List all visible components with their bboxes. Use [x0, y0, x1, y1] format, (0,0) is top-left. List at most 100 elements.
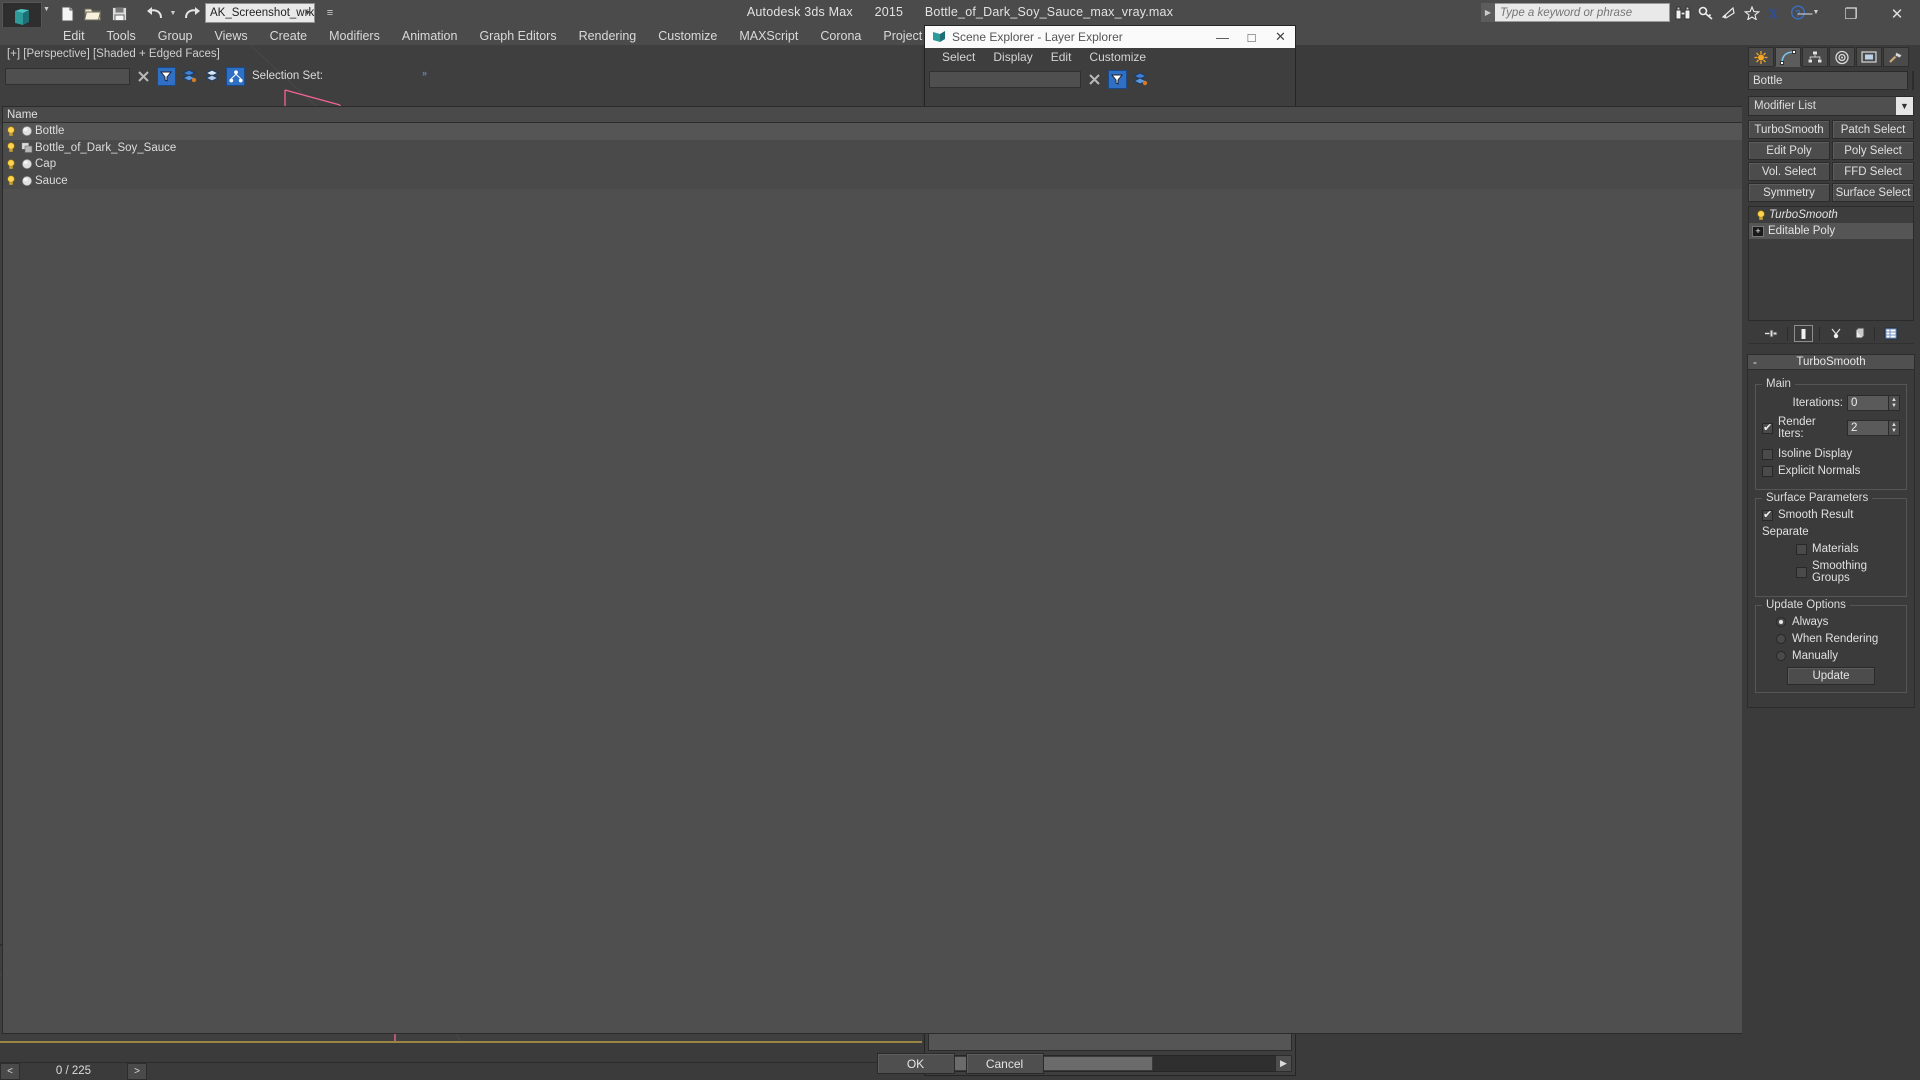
- tab-display[interactable]: [1856, 47, 1882, 67]
- update-button[interactable]: Update: [1787, 667, 1875, 685]
- light-bulb-icon[interactable]: [3, 125, 18, 137]
- chevron-down-icon[interactable]: ▼: [304, 10, 311, 17]
- menu-item-views[interactable]: Views: [203, 27, 258, 45]
- turbosmooth-rollup-header[interactable]: - TurboSmooth: [1747, 354, 1915, 370]
- always-radio[interactable]: [1776, 617, 1786, 627]
- tab-modify[interactable]: [1775, 47, 1801, 67]
- iterations-spinner[interactable]: ▲▼: [1847, 395, 1900, 411]
- render-iters-checkbox[interactable]: [1762, 421, 1773, 434]
- select-from-scene-list[interactable]: Name ▲ Faces Bottle 1548 Bottle_of_Dark_…: [2, 106, 1918, 1034]
- smooth-result-checkbox[interactable]: [1762, 508, 1773, 521]
- close-button[interactable]: ✕: [1874, 0, 1920, 27]
- menu-item-corona[interactable]: Corona: [809, 27, 872, 45]
- tab-motion[interactable]: [1829, 47, 1855, 67]
- se-menu-select[interactable]: Select: [933, 48, 984, 67]
- render-iters-input[interactable]: [1847, 420, 1889, 436]
- search-expand-icon[interactable]: ▶: [1481, 3, 1495, 22]
- rollup-collapse-icon[interactable]: -: [1753, 355, 1757, 369]
- spinner-arrows-icon[interactable]: ▲ ▼: [1889, 420, 1900, 436]
- chevron-down-icon[interactable]: ▼: [1896, 97, 1913, 115]
- redo-button[interactable]: [180, 3, 204, 24]
- quick-access-overflow-icon[interactable]: ≡: [320, 3, 340, 23]
- object-name-field[interactable]: [1748, 71, 1908, 90]
- modifier-button-patch-select[interactable]: Patch Select: [1832, 120, 1914, 139]
- layer-list-icon[interactable]: [203, 67, 222, 86]
- app-menu-dropdown-icon[interactable]: ▼: [43, 6, 50, 13]
- key-icon[interactable]: [1695, 2, 1717, 23]
- tab-utilities[interactable]: [1883, 47, 1909, 67]
- expand-plus-icon[interactable]: +: [1752, 225, 1764, 237]
- save-file-button[interactable]: [107, 3, 131, 24]
- undo-dropdown-icon[interactable]: ▼: [168, 3, 178, 24]
- light-bulb-icon[interactable]: [3, 158, 18, 170]
- menu-item-create[interactable]: Create: [259, 27, 319, 45]
- select-from-scene-dialog[interactable]: Select From Scene x SelectDisplayCustomi…: [0, 0, 1918, 1074]
- modifier-list-dropdown[interactable]: Modifier List ▼: [1748, 96, 1914, 116]
- search-row-overflow-icon[interactable]: »: [422, 68, 427, 78]
- new-file-button[interactable]: [55, 3, 79, 24]
- column-header-name[interactable]: Name ▲: [3, 107, 1855, 122]
- tab-create[interactable]: [1748, 47, 1774, 67]
- modifier-button-surface-select[interactable]: Surface Select: [1832, 183, 1914, 202]
- select-from-scene-search-input[interactable]: [5, 67, 130, 85]
- menu-item-group[interactable]: Group: [147, 27, 204, 45]
- se-menu-edit[interactable]: Edit: [1042, 48, 1081, 67]
- object-color-swatch[interactable]: [1912, 71, 1914, 90]
- scene-explorer-search-input[interactable]: [929, 70, 1081, 88]
- layers-toggle-icon[interactable]: [180, 67, 199, 86]
- se-menu-display[interactable]: Display: [984, 48, 1041, 67]
- binoculars-icon[interactable]: [1672, 2, 1694, 23]
- when-rendering-radio[interactable]: [1776, 634, 1786, 644]
- light-bulb-icon[interactable]: [3, 142, 18, 153]
- isoline-display-checkbox[interactable]: [1762, 448, 1773, 460]
- search-input[interactable]: [1495, 3, 1670, 22]
- command-panel[interactable]: Modifier List ▼ TurboSmoothPatch SelectE…: [1742, 45, 1920, 1080]
- undo-button[interactable]: [142, 3, 166, 24]
- menu-item-edit[interactable]: Edit: [52, 27, 96, 45]
- smoothing-groups-checkbox[interactable]: [1796, 566, 1807, 578]
- workspace-selector[interactable]: AK_Screenshot_wrksp ▼: [205, 3, 315, 23]
- layers-toggle-icon[interactable]: [1131, 70, 1150, 89]
- scene-explorer-minimize[interactable]: —: [1208, 26, 1237, 48]
- table-row[interactable]: Bottle 1548: [3, 123, 1917, 140]
- cancel-button[interactable]: Cancel: [965, 1053, 1044, 1074]
- pin-stack-icon[interactable]: [1762, 325, 1781, 342]
- menu-item-animation[interactable]: Animation: [391, 27, 469, 45]
- table-row[interactable]: Sauce 744: [3, 172, 1917, 189]
- modifier-button-turbosmooth[interactable]: TurboSmooth: [1748, 120, 1830, 139]
- remove-modifier-icon[interactable]: [1849, 325, 1868, 342]
- modifier-button-ffd-select[interactable]: FFD Select: [1832, 162, 1914, 181]
- scene-explorer-close[interactable]: ✕: [1266, 26, 1295, 48]
- show-end-result-icon[interactable]: [1794, 325, 1813, 342]
- scene-explorer-titlebar[interactable]: Scene Explorer - Layer Explorer — □ ✕: [925, 26, 1295, 48]
- filter-icon[interactable]: [157, 66, 176, 86]
- explicit-normals-checkbox[interactable]: [1762, 465, 1773, 477]
- modifier-stack[interactable]: TurboSmooth + Editable Poly: [1748, 206, 1914, 321]
- clear-search-icon[interactable]: [134, 67, 153, 86]
- scene-explorer-maximize[interactable]: □: [1237, 26, 1266, 48]
- spinner-arrows-icon[interactable]: ▲ ▼: [1889, 395, 1900, 411]
- modifier-button-edit-poly[interactable]: Edit Poly: [1748, 141, 1830, 160]
- star-icon[interactable]: [1741, 2, 1763, 23]
- modifier-button-poly-select[interactable]: Poly Select: [1832, 141, 1914, 160]
- keyword-search[interactable]: ▶: [1481, 3, 1670, 22]
- minimize-button[interactable]: —: [1782, 0, 1828, 27]
- clear-search-icon[interactable]: [1085, 70, 1104, 89]
- menu-item-tools[interactable]: Tools: [96, 27, 147, 45]
- viewport-label[interactable]: [+] [Perspective] [Shaded + Edged Faces]: [7, 48, 220, 60]
- menu-item-rendering[interactable]: Rendering: [568, 27, 648, 45]
- iterations-input[interactable]: [1847, 395, 1889, 411]
- materials-checkbox[interactable]: [1796, 543, 1807, 555]
- hierarchy-view-icon[interactable]: [226, 66, 245, 86]
- satellite-dish-icon[interactable]: [1718, 2, 1740, 23]
- table-row[interactable]: Bottle_of_Dark_Soy_Sauce 0: [3, 139, 1917, 156]
- menu-item-customize[interactable]: Customize: [647, 27, 728, 45]
- filter-icon[interactable]: [1108, 69, 1127, 89]
- modifier-stack-item[interactable]: TurboSmooth: [1749, 207, 1913, 223]
- light-bulb-icon[interactable]: [3, 175, 18, 186]
- modifier-stack-item[interactable]: + Editable Poly: [1749, 223, 1913, 239]
- ok-button[interactable]: OK: [876, 1053, 955, 1074]
- modifier-button-symmetry[interactable]: Symmetry: [1748, 183, 1830, 202]
- menu-item-modifiers[interactable]: Modifiers: [318, 27, 391, 45]
- light-bulb-icon[interactable]: [1752, 209, 1769, 221]
